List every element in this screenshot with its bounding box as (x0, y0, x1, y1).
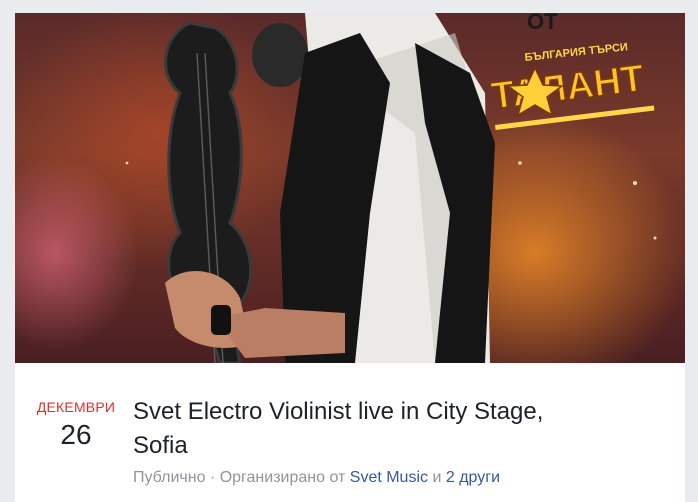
conjunction-text: и (428, 469, 446, 486)
privacy-label: Публично (133, 469, 206, 486)
cover-photo-illustration: ОТ БЪЛГАРИЯ ТЪРСИ ТАЛАНТ (125, 13, 657, 363)
event-date-month: ДЕКЕМВРИ (36, 399, 116, 415)
logo-top-text: ОТ (527, 13, 558, 34)
event-meta: Публично · Организирано от Svet Music и … (133, 469, 673, 487)
organized-by-label: Организирано от (219, 469, 350, 486)
event-info: ДЕКЕМВРИ 26 Svet Electro Violinist live … (15, 363, 685, 502)
event-cover-photo[interactable]: ОТ БЪЛГАРИЯ ТЪРСИ ТАЛАНТ (15, 13, 685, 363)
event-title-link[interactable]: Svet Electro Violinist live in City Stag… (133, 395, 603, 463)
other-organizers-link[interactable]: 2 други (446, 469, 500, 486)
event-card: ОТ БЪЛГАРИЯ ТЪРСИ ТАЛАНТ ДЕКЕМВРИ 26 Sve… (15, 13, 685, 502)
event-date-day: 26 (60, 419, 92, 450)
organizer-link[interactable]: Svet Music (350, 469, 428, 486)
meta-separator: · (205, 469, 220, 486)
